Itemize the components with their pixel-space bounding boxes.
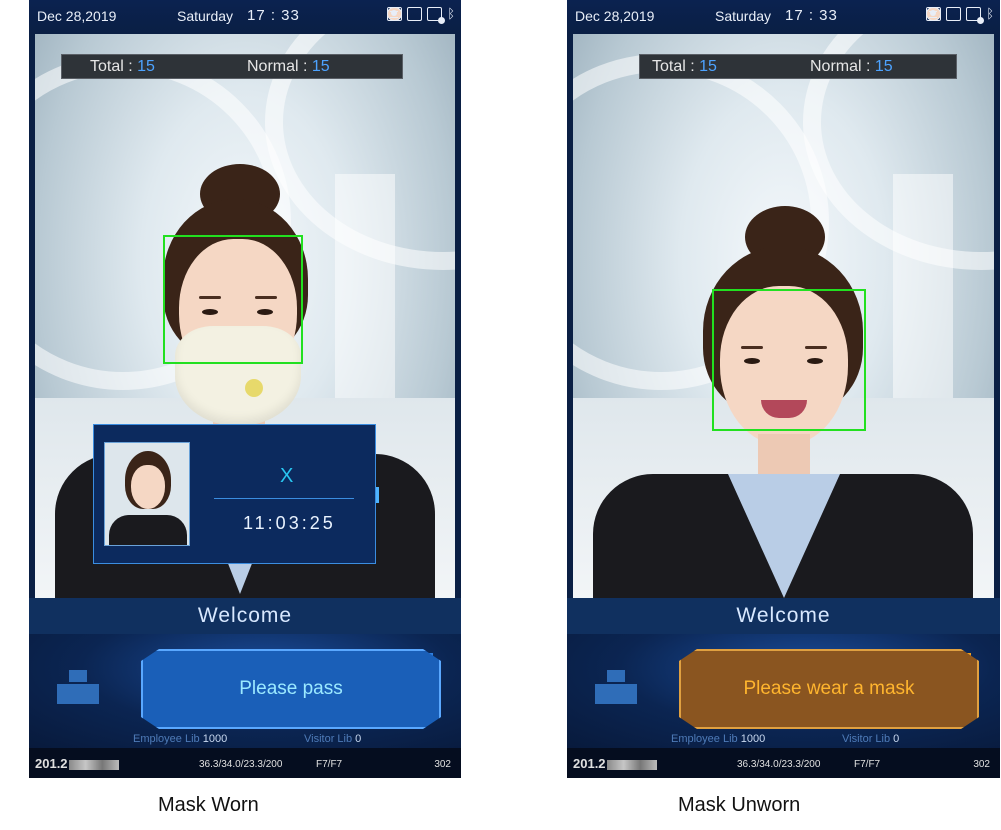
match-status-mark: X (280, 465, 294, 487)
visitor-lib: Visitor Lib 0 (842, 733, 899, 745)
normal-value: 15 (311, 58, 330, 75)
floor-info: F7/F7 (854, 759, 881, 770)
visitor-lib: Visitor Lib 0 (304, 733, 361, 745)
status-weekday: Saturday (177, 8, 234, 24)
visitor-lib-label: Visitor Lib (304, 733, 353, 745)
result-decoration (889, 644, 979, 657)
normal-value: 15 (874, 58, 893, 75)
temperature-readings: 36.3/34.0/23.3/200 (199, 759, 283, 770)
device-ip: 201.2 (573, 756, 657, 771)
normal-count: Normal : 15 (810, 58, 893, 76)
result-decoration (351, 644, 441, 657)
status-date: Dec 28,2019 (37, 8, 117, 24)
temperature-readings: 36.3/34.0/23.3/200 (737, 759, 821, 770)
status-clock: 17 : 33 (785, 7, 838, 24)
document-info-icon (427, 7, 446, 24)
match-time: 11:03:25 (243, 513, 336, 533)
photo-suit (109, 515, 187, 545)
normal-label: Normal : (810, 58, 871, 75)
employee-lib: Employee Lib 1000 (133, 733, 227, 745)
result-area: Please wear a mask Employee Lib 1000 Vis… (567, 634, 1000, 748)
face-detection-box (163, 235, 303, 364)
status-icons: ᛒ (387, 6, 455, 24)
caption-mask-unworn: Mask Unworn (678, 794, 801, 816)
device-ip: 201.2 (35, 756, 119, 771)
popup-accent (376, 487, 379, 503)
total-value: 15 (137, 58, 155, 75)
device-ip-text: 201.2 (35, 756, 68, 771)
device-screen-mask-unworn: Dec 28,2019 Saturday 17 : 33 ᛒ Total: 1… (567, 0, 1000, 778)
status-icons: ᛒ (926, 6, 994, 24)
welcome-banner: Welcome (567, 598, 1000, 634)
room-number: 302 (434, 759, 451, 770)
visitor-lib-value: 0 (355, 733, 362, 745)
mask-valve (245, 379, 263, 397)
match-popup: X 11:03:25 (93, 424, 379, 564)
document-icon (946, 7, 962, 21)
camera-view (573, 34, 994, 598)
status-weekday: Saturday (715, 8, 772, 24)
face-detection-box (712, 289, 866, 431)
photo-face (131, 465, 165, 509)
floor-info: F7/F7 (316, 759, 343, 770)
employee-lib-label: Employee Lib (133, 733, 200, 745)
total-count: Total : 15 (652, 58, 717, 76)
employee-lib-value: 1000 (202, 733, 228, 745)
total-value: 15 (699, 58, 717, 75)
result-message: Please wear a mask (679, 649, 979, 729)
enrolled-photo (104, 442, 190, 546)
pixelated-avatar (57, 670, 99, 704)
normal-label: Normal : (247, 58, 308, 75)
status-bar: Dec 28,2019 Saturday 17 : 33 ᛒ (567, 0, 1000, 34)
ip-redacted (68, 759, 119, 770)
status-bar: Dec 28,2019 Saturday 17 : 33 ᛒ (29, 0, 461, 34)
normal-count: Normal : 15 (247, 58, 330, 76)
document-info-icon (966, 7, 985, 24)
pixelated-avatar (595, 670, 637, 704)
employee-lib-value: 1000 (740, 733, 766, 745)
employee-lib-label: Employee Lib (671, 733, 738, 745)
device-ip-text: 201.2 (573, 756, 606, 771)
caption-mask-worn: Mask Worn (158, 794, 259, 816)
ip-redacted (606, 759, 657, 770)
visitor-lib-label: Visitor Lib (842, 733, 891, 745)
visitor-lib-value: 0 (893, 733, 900, 745)
id-card-icon (387, 7, 403, 21)
id-card-icon (926, 7, 942, 21)
footer-bar: 201.2 36.3/34.0/23.3/200 F7/F7 302 (567, 748, 1000, 778)
room-number: 302 (973, 759, 990, 770)
total-label: Total : (90, 58, 133, 75)
document-icon (407, 7, 423, 21)
result-message: Please pass (141, 649, 441, 729)
total-count: Total : 15 (90, 58, 155, 76)
status-clock: 17 : 33 (247, 7, 300, 24)
welcome-banner: Welcome (29, 598, 461, 634)
result-area: Please pass Employee Lib 1000 Visitor Li… (29, 634, 461, 748)
footer-bar: 201.2 36.3/34.0/23.3/200 F7/F7 302 (29, 748, 461, 778)
status-date: Dec 28,2019 (575, 8, 655, 24)
total-label: Total : (652, 58, 695, 75)
device-screen-mask-worn: Dec 28,2019 Saturday 17 : 33 ᛒ Total: 1… (29, 0, 461, 778)
bluetooth-icon: ᛒ (986, 6, 994, 21)
employee-lib: Employee Lib 1000 (671, 733, 765, 745)
counter-bar: Total : 15 Normal : 15 (639, 54, 957, 79)
counter-bar: Total : 15 Normal : 15 (61, 54, 403, 79)
bluetooth-icon: ᛒ (447, 6, 455, 21)
popup-divider (214, 498, 354, 499)
